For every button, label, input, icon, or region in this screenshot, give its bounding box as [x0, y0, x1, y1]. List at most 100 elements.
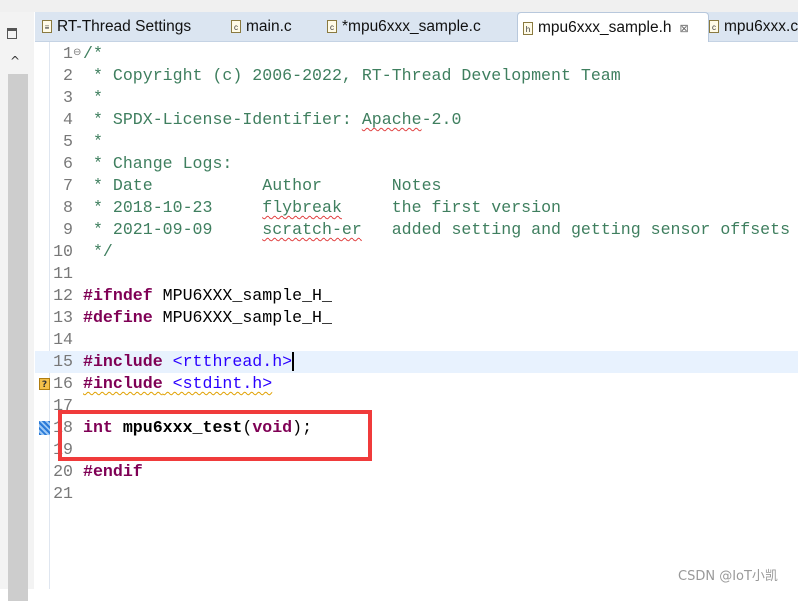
code-text: * Copyright (c) 2006-2022, RT-Thread Dev…	[83, 65, 621, 87]
code-token: /*	[83, 44, 103, 63]
tab-label: mpu6xxx.c	[724, 17, 798, 35]
code-text: #ifndef MPU6XXX_sample_H_	[83, 285, 332, 307]
code-token: Apache	[361, 110, 422, 129]
tab-label: *mpu6xxx_sample.c	[342, 17, 481, 35]
minimize-icon[interactable]	[7, 28, 17, 39]
code-token: added setting and getting sensor offsets	[361, 220, 791, 239]
highlight-box	[58, 410, 372, 461]
code-token: #endif	[83, 462, 143, 481]
code-text: #define MPU6XXX_sample_H_	[83, 307, 332, 329]
code-line[interactable]: 3 *	[35, 87, 798, 109]
code-token: #include	[83, 352, 163, 371]
code-line[interactable]: 6 * Change Logs:	[35, 153, 798, 175]
line-number: 9	[63, 220, 73, 239]
scrollbar[interactable]	[8, 74, 28, 601]
line-number: 13	[53, 308, 73, 327]
tab-label: main.c	[246, 17, 292, 35]
code-line[interactable]: 10 */	[35, 241, 798, 263]
code-text: *	[83, 87, 103, 109]
code-line[interactable]: 20 #endif	[35, 461, 798, 483]
code-token: <stdint.h>	[162, 374, 273, 393]
h-file-icon: h	[523, 21, 533, 35]
tab--mpu6xxx-sample-c[interactable]: c *mpu6xxx_sample.c	[327, 12, 481, 41]
scroll-up-icon[interactable]: ^	[10, 54, 20, 68]
code-token: */	[83, 242, 113, 261]
line-number: 6	[63, 154, 73, 173]
fold-toggle-icon[interactable]: ⊖	[73, 43, 81, 65]
code-token: #define	[83, 308, 153, 327]
code-token: *	[83, 88, 103, 107]
line-number: 7	[63, 176, 73, 195]
code-line[interactable]: 15 #include <rtthread.h>	[35, 351, 798, 373]
line-number: 20	[53, 462, 73, 481]
tab-rt-thread-settings[interactable]: ≡ RT-Thread Settings	[42, 12, 191, 41]
code-text: * Change Logs:	[83, 153, 232, 175]
code-text: * 2021-09-09 scratch-er added setting an…	[83, 219, 790, 241]
code-token: * 2021-09-09	[83, 220, 263, 239]
code-text: * Date Author Notes	[83, 175, 442, 197]
code-line[interactable]: 1 ⊖/*	[35, 43, 798, 65]
code-line[interactable]: 4 * SPDX-License-Identifier: Apache-2.0	[35, 109, 798, 131]
code-token: * 2018-10-23	[83, 198, 263, 217]
left-panel: ^	[0, 12, 34, 601]
c-file-icon: c	[231, 20, 241, 33]
code-text: * SPDX-License-Identifier: Apache-2.0	[83, 109, 461, 131]
warning-icon[interactable]: ?	[39, 378, 50, 390]
code-token: * Copyright (c) 2006-2022, RT-Thread Dev…	[83, 66, 621, 85]
code-token: MPU6XXX_sample_H_	[152, 286, 332, 305]
text-cursor	[292, 352, 295, 372]
code-editor[interactable]: 1 ⊖/* 2 * Copyright (c) 2006-2022, RT-Thre…	[35, 42, 798, 589]
tab-mpu6xxx-sample-h[interactable]: h mpu6xxx_sample.h ⊠	[517, 12, 709, 43]
code-line[interactable]: 12 #ifndef MPU6XXX_sample_H_	[35, 285, 798, 307]
code-text: *	[83, 131, 103, 153]
code-line[interactable]: 11	[35, 263, 798, 285]
tab-mpu6xxx-c[interactable]: c mpu6xxx.c	[709, 12, 798, 41]
window-top-strip	[0, 0, 798, 12]
line-number: 3	[63, 88, 73, 107]
line-number: 8	[63, 198, 73, 217]
code-token: * Change Logs:	[83, 154, 233, 173]
code-token: scratch-er	[262, 220, 362, 239]
line-number: 12	[53, 286, 73, 305]
settings-file-icon: ≡	[42, 20, 52, 33]
code-text: /*	[83, 43, 103, 65]
tab-label: RT-Thread Settings	[57, 17, 192, 35]
line-number: 5	[63, 132, 73, 151]
code-token: MPU6XXX_sample_H_	[152, 308, 332, 327]
line-number: 10	[53, 242, 73, 261]
code-token: #include	[83, 374, 163, 393]
c-file-icon: c	[327, 20, 337, 33]
code-token: *	[83, 132, 103, 151]
line-number: 15	[53, 352, 73, 371]
code-line[interactable]: 9 * 2021-09-09 scratch-er added setting …	[35, 219, 798, 241]
code-text: * 2018-10-23 flybreak the first version	[83, 197, 561, 219]
code-token: <rtthread.h>	[162, 352, 293, 371]
line-number: 2	[63, 66, 73, 85]
watermark: CSDN @IoT小凯	[678, 569, 778, 584]
line-number: 21	[53, 484, 73, 503]
code-line[interactable]: 2 * Copyright (c) 2006-2022, RT-Thread D…	[35, 65, 798, 87]
code-line[interactable]: 14	[35, 329, 798, 351]
code-line[interactable]: 16? #include <stdint.h>	[35, 373, 798, 395]
code-text: */	[83, 241, 113, 263]
c-file-icon: c	[709, 20, 719, 33]
line-number: 1	[63, 44, 73, 63]
line-number: 11	[53, 264, 73, 283]
code-line[interactable]: 5 *	[35, 131, 798, 153]
code-token: #ifndef	[83, 286, 153, 305]
code-line[interactable]: 13 #define MPU6XXX_sample_H_	[35, 307, 798, 329]
editor-tab-bar: ≡ RT-Thread Settings c main.c c *mpu6xxx_samp…	[35, 12, 798, 43]
code-text: #endif	[83, 461, 143, 483]
close-tab-icon[interactable]: ⊠	[680, 22, 689, 35]
code-token: -2.0	[421, 110, 462, 129]
line-number: 4	[63, 110, 73, 129]
bookmark-icon[interactable]	[39, 421, 50, 435]
tab-label: mpu6xxx_sample.h	[538, 19, 672, 36]
code-token: * SPDX-License-Identifier:	[83, 110, 362, 129]
line-number: 14	[53, 330, 73, 349]
code-line[interactable]: 8 * 2018-10-23 flybreak the first versio…	[35, 197, 798, 219]
code-token: the first version	[341, 198, 561, 217]
code-line[interactable]: 21	[35, 483, 798, 505]
code-line[interactable]: 7 * Date Author Notes	[35, 175, 798, 197]
tab-main-c[interactable]: c main.c	[231, 12, 292, 41]
